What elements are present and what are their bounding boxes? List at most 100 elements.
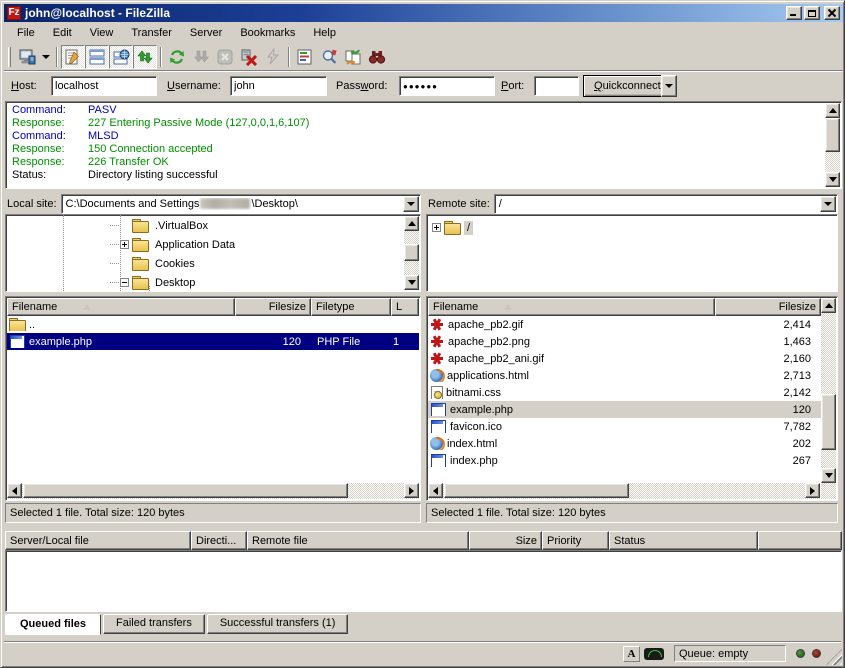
column-header-remote-file[interactable]: Remote file xyxy=(247,531,469,550)
column-header-empty[interactable] xyxy=(758,531,842,550)
scroll-right-button[interactable] xyxy=(805,483,820,498)
scroll-down-button[interactable] xyxy=(821,468,836,483)
local-tree-scrollbar[interactable] xyxy=(404,216,419,290)
site-manager-dropdown-button[interactable] xyxy=(39,45,53,69)
toggle-message-log-button[interactable] xyxy=(61,45,85,69)
refresh-button[interactable] xyxy=(165,45,189,69)
scroll-down-button[interactable] xyxy=(404,275,419,290)
file-row[interactable]: index.php 267 xyxy=(428,452,821,469)
synchronized-browsing-button[interactable] xyxy=(341,45,365,69)
menu-item[interactable]: Help xyxy=(304,25,345,41)
up-arrow-icon xyxy=(829,108,837,113)
username-input[interactable] xyxy=(230,76,327,96)
tree-expander[interactable] xyxy=(120,240,129,249)
data-type-indicator-icon[interactable] xyxy=(623,646,640,662)
file-row[interactable]: example.php 120 xyxy=(428,401,821,418)
file-row[interactable]: apache_pb2.gif 2,414 xyxy=(428,316,821,333)
menu-item[interactable]: View xyxy=(81,25,123,41)
speed-limit-icon[interactable] xyxy=(644,648,664,660)
toggle-local-tree-button[interactable] xyxy=(85,45,109,69)
column-header-priority[interactable]: Priority xyxy=(542,531,609,550)
queue-tab[interactable]: Queued files xyxy=(5,614,101,635)
minimize-button[interactable] xyxy=(786,6,802,20)
title-bar[interactable]: Fz john@localhost - FileZilla xyxy=(4,4,843,22)
cancel-operation-button[interactable] xyxy=(213,45,237,69)
queue-body[interactable] xyxy=(5,550,842,612)
tree-item[interactable]: Application Data xyxy=(6,235,420,254)
file-row[interactable]: apache_pb2_ani.gif 2,160 xyxy=(428,350,821,367)
queue-status-panel: Queue: empty xyxy=(674,645,786,662)
remote-list-hscrollbar[interactable] xyxy=(428,483,820,499)
file-row[interactable]: example.php 120 PHP File 1 xyxy=(7,333,419,350)
local-list-hscrollbar[interactable] xyxy=(7,483,419,499)
column-header-filetype[interactable]: Filetype xyxy=(311,298,391,316)
file-row[interactable]: favicon.ico 7,782 xyxy=(428,418,821,435)
scroll-up-button[interactable] xyxy=(825,103,840,118)
file-row[interactable]: .. xyxy=(7,316,419,333)
remote-site-combo[interactable]: / xyxy=(494,194,838,214)
queue-tab[interactable]: Successful transfers (1) xyxy=(207,614,349,634)
menu-item[interactable]: Edit xyxy=(44,25,81,41)
site-manager-button[interactable] xyxy=(15,45,39,69)
directory-comparison-button[interactable] xyxy=(317,45,341,69)
tree-expander[interactable] xyxy=(120,278,129,287)
file-row[interactable]: bitnami.css 2,142 xyxy=(428,384,821,401)
scroll-thumb[interactable] xyxy=(444,483,629,498)
toggle-remote-tree-button[interactable] xyxy=(109,45,133,69)
host-input[interactable] xyxy=(51,76,157,96)
maximize-button[interactable] xyxy=(804,6,820,20)
down-arrow-icon xyxy=(408,280,416,285)
column-header-size[interactable]: Size xyxy=(469,531,542,550)
password-input[interactable] xyxy=(399,76,495,96)
menu-item[interactable]: Transfer xyxy=(122,25,181,41)
column-header-lastmodified[interactable]: L xyxy=(391,298,419,316)
reconnect-button[interactable] xyxy=(261,45,285,69)
scroll-down-button[interactable] xyxy=(825,172,840,187)
column-header-filename[interactable]: Filename xyxy=(428,298,715,316)
log-line-label: Response: xyxy=(12,156,88,169)
file-row[interactable]: applications.html 2,713 xyxy=(428,367,821,384)
column-header-status[interactable]: Status xyxy=(609,531,758,550)
menu-item[interactable]: Bookmarks xyxy=(231,25,304,41)
tree-item[interactable]: / xyxy=(432,218,837,237)
quickconnect-button[interactable]: Quickconnect xyxy=(583,75,672,97)
tree-item[interactable]: .VirtualBox xyxy=(6,216,420,235)
scroll-up-button[interactable] xyxy=(404,216,419,231)
column-header-filesize[interactable]: Filesize xyxy=(235,298,311,316)
remote-list-scrollbar[interactable] xyxy=(821,298,836,499)
filter-button[interactable] xyxy=(293,45,317,69)
scroll-thumb[interactable] xyxy=(23,483,348,498)
column-header-direction[interactable]: Directi... xyxy=(191,531,247,550)
process-queue-button[interactable] xyxy=(189,45,213,69)
menu-item[interactable]: File xyxy=(8,25,44,41)
scroll-left-button[interactable] xyxy=(428,483,443,498)
tree-item[interactable]: Desktop xyxy=(6,273,420,292)
toolbar-grip[interactable] xyxy=(8,47,11,67)
close-button[interactable] xyxy=(824,6,840,20)
quickconnect-dropdown-button[interactable] xyxy=(661,75,677,97)
remote-site-dropdown-button[interactable] xyxy=(820,196,836,212)
scroll-right-button[interactable] xyxy=(404,483,419,498)
column-header-filesize[interactable]: Filesize xyxy=(715,298,821,316)
scroll-left-button[interactable] xyxy=(7,483,22,498)
scroll-thumb[interactable] xyxy=(821,394,836,450)
disconnect-button[interactable] xyxy=(237,45,261,69)
file-row[interactable]: index.html 202 xyxy=(428,435,821,452)
tree-item[interactable]: Cookies xyxy=(6,254,420,273)
column-header-server-local-file[interactable]: Server/Local file xyxy=(5,531,191,550)
tree-expander[interactable] xyxy=(432,223,441,232)
scroll-thumb[interactable] xyxy=(404,244,419,261)
toggle-transfer-queue-button[interactable] xyxy=(133,45,157,69)
column-header-filename[interactable]: Filename xyxy=(7,298,235,316)
message-log-scrollbar[interactable] xyxy=(825,103,840,187)
queue-tab[interactable]: Failed transfers xyxy=(103,614,205,634)
menu-item[interactable]: Server xyxy=(181,25,231,41)
remote-directory-tree: / xyxy=(426,214,838,292)
local-site-dropdown-button[interactable] xyxy=(403,196,419,212)
scroll-up-button[interactable] xyxy=(821,298,836,313)
port-input[interactable] xyxy=(534,76,579,96)
scroll-thumb[interactable] xyxy=(825,118,840,152)
local-site-combo[interactable]: C:\Documents and Settings\Desktop\ xyxy=(61,194,421,214)
file-row[interactable]: apache_pb2.png 1,463 xyxy=(428,333,821,350)
find-files-button[interactable] xyxy=(365,45,389,69)
